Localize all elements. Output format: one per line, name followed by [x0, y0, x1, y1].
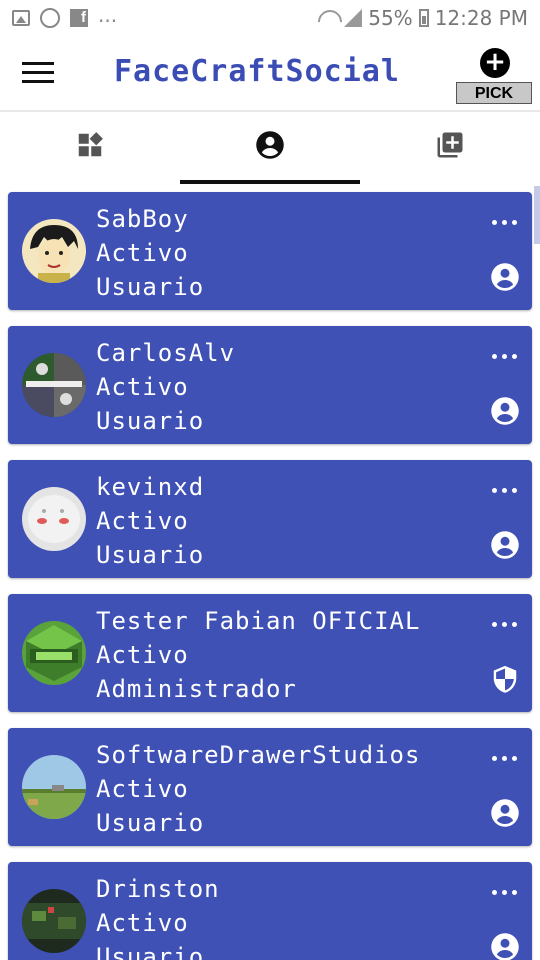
user-info: SabBoy Activo Usuario [96, 202, 204, 304]
notification-overflow: ... [98, 3, 118, 27]
app-title: FaceCraftSocial [114, 54, 400, 89]
avatar[interactable] [22, 889, 86, 953]
signal-icon [344, 9, 363, 27]
scrollbar[interactable] [534, 186, 540, 244]
battery-percent: 55% [368, 6, 413, 30]
user-name: Drinston [96, 875, 220, 903]
battery-icon [418, 9, 429, 27]
user-name: SoftwareDrawerStudios [96, 741, 421, 769]
user-card[interactable]: Tester Fabian OFICIAL Activo Administrad… [8, 594, 532, 712]
user-icon [491, 397, 519, 425]
user-role: Usuario [96, 809, 205, 837]
user-status: Activo [96, 507, 189, 535]
user-status: Activo [96, 373, 189, 401]
avatar[interactable] [22, 755, 86, 819]
user-icon [491, 933, 519, 960]
user-info: Drinston Activo Usuario [96, 872, 220, 960]
avatar[interactable] [22, 219, 86, 283]
user-role: Usuario [96, 273, 205, 301]
tab-add[interactable] [360, 112, 540, 184]
user-status: Activo [96, 641, 189, 669]
user-card[interactable]: kevinxd Activo Usuario [8, 460, 532, 578]
more-options-button[interactable] [492, 486, 518, 496]
active-tab-indicator [180, 180, 360, 184]
whatsapp-icon [40, 8, 60, 28]
avatar-image [22, 487, 86, 551]
notification-icons: f ... [12, 3, 117, 28]
user-card[interactable]: SoftwareDrawerStudios Activo Usuario [8, 728, 532, 846]
pick-control[interactable]: + PICK [456, 48, 532, 104]
user-status: Activo [96, 909, 189, 937]
more-options-button[interactable] [492, 218, 518, 228]
hamburger-icon-line [22, 80, 54, 83]
clock: 12:28 PM [434, 6, 528, 30]
wifi-icon [318, 10, 338, 26]
avatar-image [22, 889, 86, 953]
hamburger-icon-line [22, 71, 54, 74]
user-name: SabBoy [96, 205, 189, 233]
add-circle-icon[interactable]: + [480, 48, 510, 78]
hamburger-icon [22, 62, 54, 65]
system-indicators: 55% 12:28 PM [318, 6, 528, 30]
more-options-button[interactable] [492, 888, 518, 898]
widgets-icon [78, 132, 103, 157]
menu-button[interactable] [22, 62, 54, 86]
app-bar: FaceCraftSocial + PICK [0, 38, 540, 112]
user-name: Tester Fabian OFICIAL [96, 607, 421, 635]
avatar[interactable] [22, 353, 86, 417]
user-icon [491, 263, 519, 291]
user-info: CarlosAlv Activo Usuario [96, 336, 235, 438]
user-role: Usuario [96, 407, 205, 435]
tab-widgets[interactable] [0, 112, 180, 184]
pick-button[interactable]: PICK [456, 82, 532, 104]
facebook-icon: f [70, 9, 88, 27]
user-info: Tester Fabian OFICIAL Activo Administrad… [96, 604, 420, 706]
user-info: SoftwareDrawerStudios Activo Usuario [96, 738, 420, 840]
shield-icon [493, 665, 517, 693]
tab-bar [0, 112, 540, 184]
user-card[interactable]: SabBoy Activo Usuario [8, 192, 532, 310]
more-options-button[interactable] [492, 754, 518, 764]
avatar-image [22, 219, 86, 283]
tab-users[interactable] [180, 112, 360, 184]
avatar[interactable] [22, 487, 86, 551]
more-options-button[interactable] [492, 620, 518, 630]
image-icon [12, 10, 30, 26]
user-status: Activo [96, 775, 189, 803]
user-card[interactable]: CarlosAlv Activo Usuario [8, 326, 532, 444]
more-options-button[interactable] [492, 352, 518, 362]
user-card[interactable]: Drinston Activo Usuario [8, 862, 532, 960]
avatar[interactable] [22, 621, 86, 685]
status-bar: f ... 55% 12:28 PM [0, 0, 540, 38]
user-icon [491, 531, 519, 559]
user-name: CarlosAlv [96, 339, 236, 367]
user-status: Activo [96, 239, 189, 267]
add-to-library-icon [437, 132, 463, 158]
user-icon [491, 799, 519, 827]
user-role: Usuario [96, 943, 205, 960]
avatar-image [22, 621, 86, 685]
account-circle-icon [256, 131, 284, 159]
user-name: kevinxd [96, 473, 205, 501]
user-role: Usuario [96, 541, 205, 569]
avatar-image [22, 755, 86, 819]
user-info: kevinxd Activo Usuario [96, 470, 204, 572]
avatar-image [22, 353, 86, 417]
user-role: Administrador [96, 675, 297, 703]
